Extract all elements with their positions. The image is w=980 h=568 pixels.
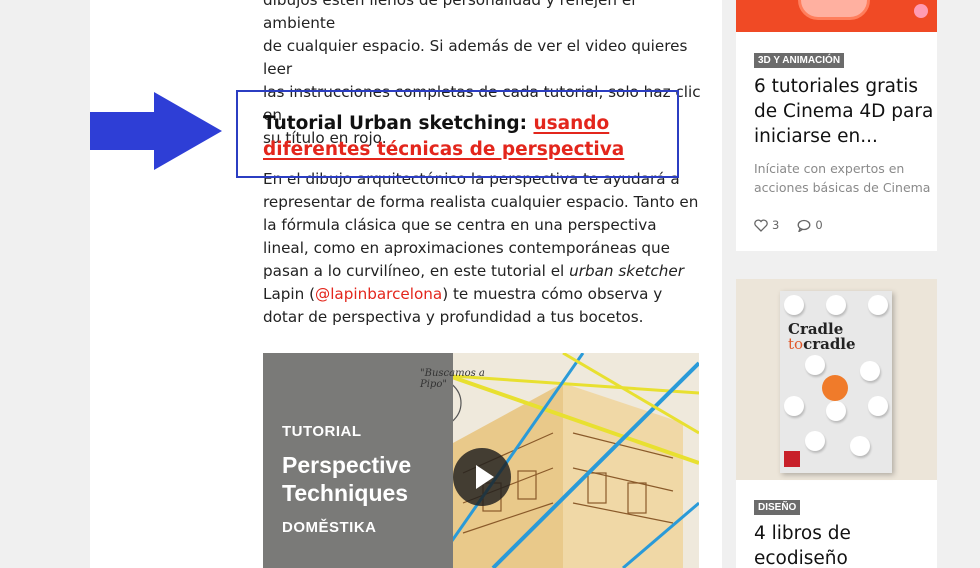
book-cover: Cradle tocradle: [780, 291, 892, 473]
tutorial-description: En el dibujo arquitectónico la perspecti…: [263, 168, 703, 329]
comment-icon[interactable]: [797, 219, 811, 232]
annotation-arrow-icon: [90, 92, 222, 170]
video-title-line: Techniques: [282, 480, 409, 506]
heart-icon[interactable]: [754, 218, 768, 232]
description-italic: urban sketcher: [569, 262, 684, 280]
comment-count: 0: [815, 218, 823, 232]
card-excerpt: Iníciate con expertos en acciones básica…: [754, 161, 931, 195]
card-image: Cradle tocradle: [736, 279, 937, 480]
annotation-highlight-box: [236, 90, 679, 178]
video-brand: DOMĚSTIKA: [282, 519, 377, 536]
category-badge[interactable]: DISEÑO: [754, 500, 801, 515]
like-count: 3: [772, 218, 780, 232]
book-orange-ball: [822, 375, 848, 401]
sidebar-card-ecodesign[interactable]: Cradle tocradle DISEÑO 4 libros de ecodi…: [736, 279, 937, 568]
video-title-line: Perspective: [282, 452, 412, 478]
card-title[interactable]: 4 libros de ecodiseño: [754, 521, 934, 568]
category-badge[interactable]: 3D Y ANIMACIÓN: [754, 53, 845, 68]
book-title: tocradle: [788, 335, 856, 353]
card-image-shape: [798, 0, 870, 20]
speech-bubble-text: "Buscamos a Pipo": [420, 368, 485, 390]
sidebar-card-cinema4d[interactable]: 3D Y ANIMACIÓN 6 tutoriales gratis de Ci…: [736, 0, 937, 251]
publisher-logo: [784, 451, 800, 467]
video-title: Perspective Techniques: [282, 451, 482, 507]
description-text: Lapin (: [263, 285, 316, 303]
bubble-line: "Buscamos a: [420, 368, 485, 379]
card-image: [736, 0, 937, 32]
instagram-handle-link[interactable]: @lapinbarcelona: [315, 285, 442, 303]
play-icon[interactable]: [453, 448, 511, 506]
video-label: TUTORIAL: [282, 423, 362, 440]
card-meta: 3 0: [754, 218, 823, 232]
intro-line: de cualquier espacio. Si además de ver e…: [263, 37, 688, 78]
bubble-line: Pipo": [420, 379, 447, 390]
card-title[interactable]: 6 tutoriales gratis de Cinema 4D para in…: [754, 74, 934, 149]
card-image-dot: [914, 4, 928, 18]
intro-line: dibujos estén llenos de personalidad y r…: [263, 0, 636, 32]
